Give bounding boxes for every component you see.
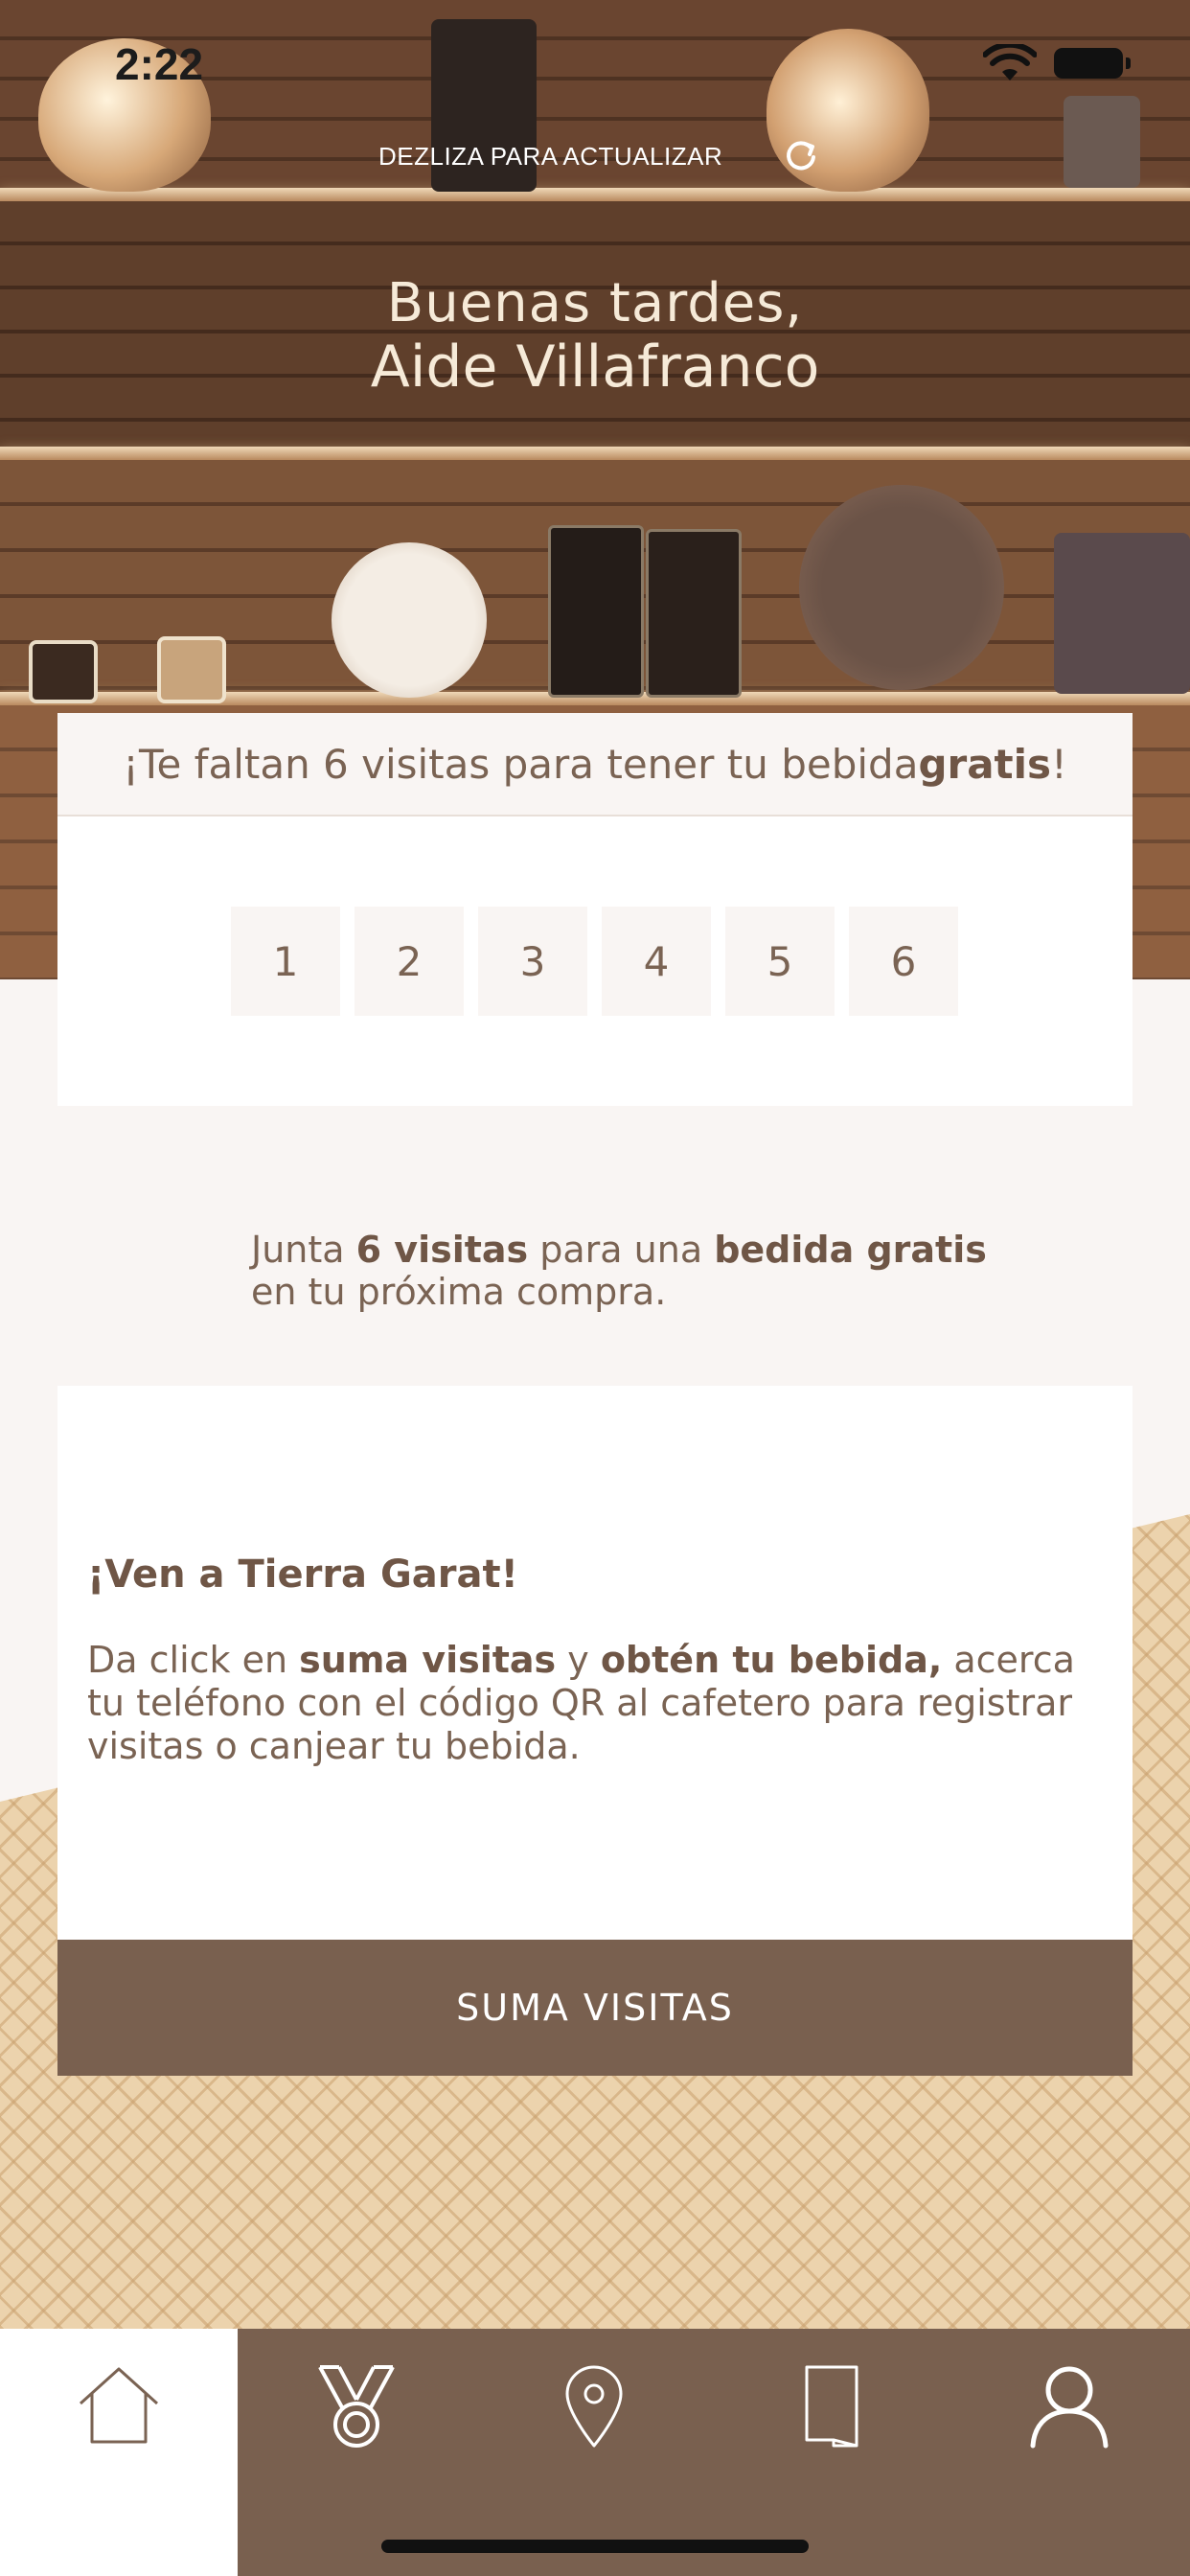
promo-line-1: Junta 6 visitas para una bedida gratis	[251, 1229, 987, 1271]
books	[1054, 533, 1190, 694]
visit-card-title: ¡Ven a Tierra Garat!	[87, 1552, 518, 1597]
promo-bold-2: bedida gratis	[714, 1229, 987, 1271]
medal-icon	[318, 2365, 395, 2448]
home-icon	[79, 2367, 159, 2444]
promo-text: Junta 6 visitas para una bedida gratis e…	[251, 1229, 987, 1313]
status-time: 2:22	[115, 39, 204, 89]
promo-bold-1: 6 visitas	[355, 1229, 529, 1271]
visit-card-body: Da click en suma visitas y obtén tu bebi…	[87, 1639, 1103, 1768]
menu-book-icon	[805, 2365, 858, 2448]
home-indicator[interactable]	[381, 2540, 809, 2553]
visit-stamp: 1	[231, 907, 340, 1016]
battery-icon	[1054, 48, 1131, 79]
jam-jar-right	[157, 636, 226, 703]
shelf-middle	[0, 447, 1190, 460]
visit-stamps: 1 2 3 4 5 6	[231, 907, 958, 1016]
visit-body-part-1: Da click en	[87, 1639, 300, 1681]
jam-jar-left	[29, 640, 98, 703]
visits-remaining-prefix: ¡Te faltan 6 visitas para tener tu bebid…	[123, 740, 919, 788]
visit-stamp: 2	[355, 907, 464, 1016]
visits-progress-card: ¡Te faltan 6 visitas para tener tu bebid…	[57, 713, 1133, 1106]
status-bar: 2:22	[0, 0, 1190, 126]
profile-icon	[1030, 2366, 1109, 2449]
refresh-icon[interactable]	[784, 138, 818, 172]
coffee-bag-right	[646, 529, 742, 698]
plate-dark	[799, 485, 1004, 690]
tab-profile[interactable]	[950, 2329, 1188, 2576]
greeting-text: Buenas tardes,	[386, 272, 804, 334]
suma-visitas-button[interactable]: SUMA VISITAS	[57, 1940, 1133, 2076]
pull-to-refresh-label: DEZLIZA PARA ACTUALIZAR	[378, 142, 723, 171]
visits-remaining-message: ¡Te faltan 6 visitas para tener tu bebid…	[57, 713, 1133, 816]
visit-body-bold-2: obtén tu bebida,	[600, 1639, 943, 1681]
shelf-top	[0, 188, 1190, 201]
plate-white	[332, 542, 487, 698]
wifi-icon	[982, 41, 1038, 82]
visit-body-bold-1: suma visitas	[299, 1639, 557, 1681]
visit-body-part-2: y	[556, 1639, 601, 1681]
visit-stamp: 3	[478, 907, 587, 1016]
promo-part-2: para una	[528, 1229, 715, 1271]
visits-remaining-suffix: !	[1051, 740, 1067, 788]
visit-stamp: 5	[725, 907, 835, 1016]
location-pin-icon	[565, 2365, 623, 2448]
tab-home[interactable]	[0, 2329, 238, 2576]
user-name: Aide Villafranco	[370, 334, 820, 401]
visit-info-card: ¡Ven a Tierra Garat! Da click en suma vi…	[57, 1386, 1133, 1940]
promo-line-2: en tu próxima compra.	[251, 1271, 667, 1313]
promo-part-1: Junta	[251, 1229, 356, 1271]
visit-stamp: 4	[602, 907, 711, 1016]
coffee-bag-left	[548, 525, 644, 698]
visit-stamp: 6	[849, 907, 958, 1016]
visits-remaining-bold: gratis	[918, 740, 1052, 788]
